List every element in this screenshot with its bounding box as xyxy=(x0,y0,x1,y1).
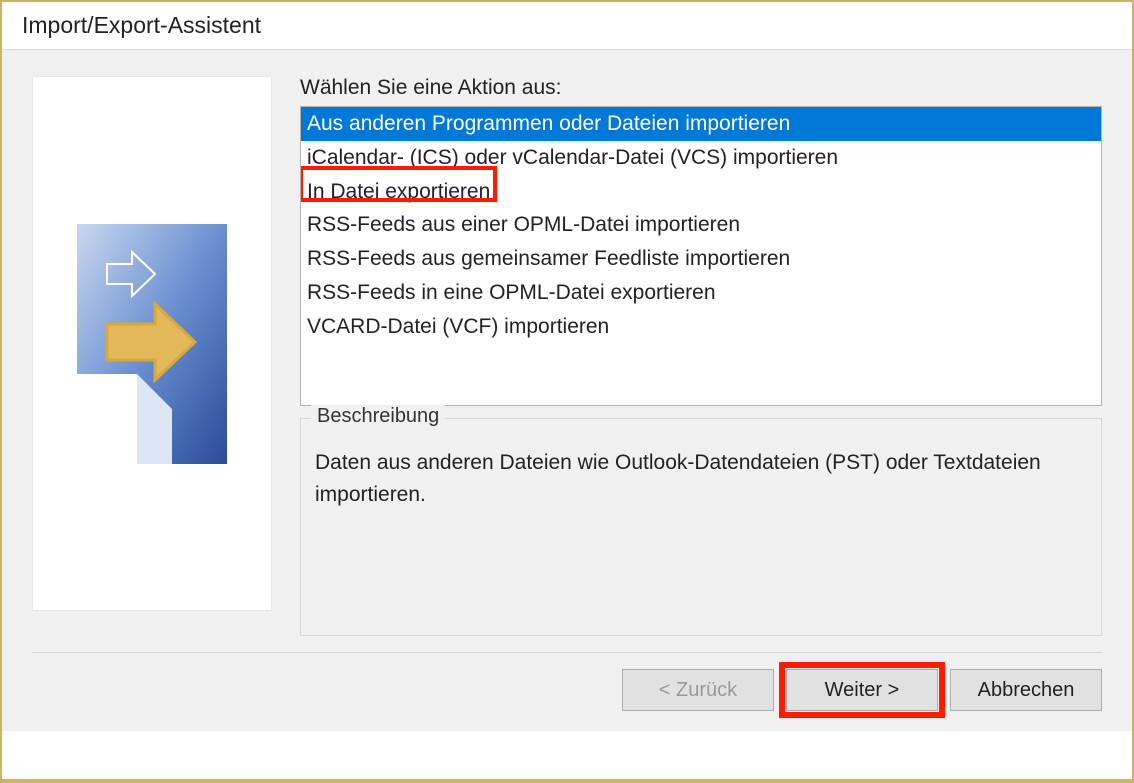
action-option[interactable]: Aus anderen Programmen oder Dateien impo… xyxy=(301,107,1101,141)
cancel-button-wrap: Abbrechen xyxy=(950,669,1102,711)
description-legend: Beschreibung xyxy=(311,405,445,428)
wizard-image-panel xyxy=(32,76,272,611)
back-button: < Zurück xyxy=(622,669,774,711)
cancel-button[interactable]: Abbrechen xyxy=(950,669,1102,711)
action-option[interactable]: VCARD-Datei (VCF) importieren xyxy=(301,310,1101,344)
separator xyxy=(32,652,1102,653)
wizard-window: Import/Export-Assistent xyxy=(0,0,1134,783)
content-row: Wählen Sie eine Aktion aus: Aus anderen … xyxy=(32,76,1102,636)
import-export-arrows-icon xyxy=(77,224,227,464)
action-option[interactable]: RSS-Feeds aus einer OPML-Datei importier… xyxy=(301,208,1101,242)
action-option[interactable]: RSS-Feeds in eine OPML-Datei exportieren xyxy=(301,276,1101,310)
description-group: Beschreibung Daten aus anderen Dateien w… xyxy=(300,418,1102,636)
wizard-body: Wählen Sie eine Aktion aus: Aus anderen … xyxy=(2,49,1132,731)
action-option[interactable]: iCalendar- (ICS) oder vCalendar-Datei (V… xyxy=(301,141,1101,175)
button-row: < Zurück Weiter > Abbrechen xyxy=(622,669,1102,711)
action-option[interactable]: In Datei exportieren xyxy=(301,175,1101,209)
window-title: Import/Export-Assistent xyxy=(2,2,1132,49)
right-column: Wählen Sie eine Aktion aus: Aus anderen … xyxy=(300,76,1102,636)
action-option[interactable]: RSS-Feeds aus gemeinsamer Feedliste impo… xyxy=(301,242,1101,276)
next-button[interactable]: Weiter > xyxy=(786,669,938,711)
description-text: Daten aus anderen Dateien wie Outlook-Da… xyxy=(315,447,1087,510)
next-button-wrap: Weiter > xyxy=(786,669,938,711)
action-prompt: Wählen Sie eine Aktion aus: xyxy=(300,76,1102,100)
back-button-wrap: < Zurück xyxy=(622,669,774,711)
action-listbox[interactable]: Aus anderen Programmen oder Dateien impo… xyxy=(300,106,1102,406)
